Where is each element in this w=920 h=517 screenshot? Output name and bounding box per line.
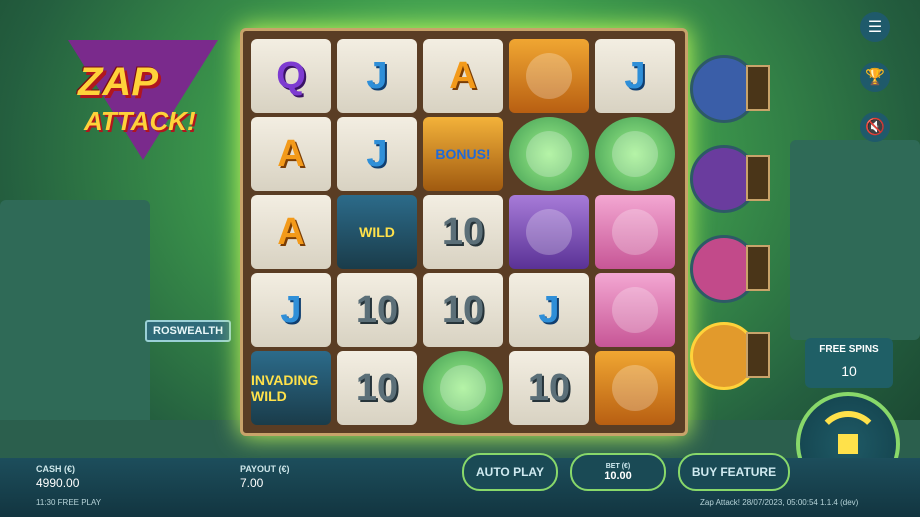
symbol-label: A [277,210,305,253]
symbol-label: Q [276,54,306,97]
payout-value: 7.00 [240,476,264,490]
reel-symbol-girl [595,273,675,347]
character-face [526,53,572,99]
stop-icon [838,434,858,454]
menu-icon[interactable]: ☰ [860,12,890,42]
reel-symbol-girl [595,195,675,269]
cash-label: CASH (€) [36,464,76,474]
bet-selector[interactable]: BET (€) 10.00 [570,453,666,491]
reel-symbol-card: 10 [423,195,503,269]
side-symbol-girl [690,235,770,305]
reel-symbol-card: J [595,39,675,113]
character-face [440,365,486,411]
symbol-label: 10 [441,288,485,331]
symbol-label: WILD [359,224,395,240]
trophy-icon[interactable]: 🏆 [860,62,890,92]
free-spins-value: 10 [841,363,857,379]
character-face [612,287,658,333]
free-spins-panel: FREE SPINS 10 [805,338,893,388]
reel-symbol-card: J [509,273,589,347]
symbol-label: A [449,54,477,97]
side-symbol-granny [690,145,770,215]
symbol-label: INVADING WILD [251,372,319,404]
character-face [612,365,658,411]
reel-symbol-card: 10 [423,273,503,347]
reel-symbol-card: A [251,195,331,269]
symbol-label: 10 [527,366,571,409]
reel-symbol-alien [595,117,675,191]
reel-symbol-alien [423,351,503,425]
auto-play-button[interactable]: AUTO PLAY [462,453,558,491]
symbol-label: 10 [355,288,399,331]
game-logo: ZAP ATTACK! [58,30,228,160]
symbol-label: A [277,132,305,175]
side-symbol-cop [690,55,770,125]
mesa-right [790,140,920,340]
reel-symbol-bonus: BONUS! [423,117,503,191]
symbol-label: BONUS! [435,146,491,162]
mesa-left [0,200,150,430]
reel-symbol-card: A [251,117,331,191]
reel-symbol-card: J [337,117,417,191]
reel-symbol-wild: WILD [337,195,417,269]
reel-symbol-sheriff [509,39,589,113]
reel-symbol-granny [509,195,589,269]
side-symbol-sheriff [690,322,770,392]
reel-symbol-card: J [337,39,417,113]
symbol-label: J [366,132,388,175]
town-sign: ROSWEALTH [145,320,232,342]
symbol-label: 10 [355,366,399,409]
payout-label: PAYOUT (€) [240,464,290,474]
bet-label: BET (€) [605,462,631,470]
sound-off-icon[interactable]: 🔇 [860,112,890,142]
reel-symbol-alien [509,117,589,191]
logo-title-line1: ZAP [78,60,158,104]
reel-symbol-wild-invading: INVADING WILD [251,351,331,425]
reel-symbol-sheriff [595,351,675,425]
reel-grid: Q A A J INVADING WILD J J WILD 10 10 A BONUS! 10 10 J 1… [240,28,688,436]
symbol-label: 10 [441,210,485,253]
reel-symbol-card: 10 [337,273,417,347]
free-spins-label: FREE SPINS [819,344,879,355]
reel-symbol-card: A [423,39,503,113]
character-face [526,131,572,177]
bet-value: 10.00 [604,469,632,482]
character-face [526,209,572,255]
buy-feature-button[interactable]: BUY FEATURE [678,453,790,491]
reel-symbol-card: Q [251,39,331,113]
status-left: 11:30 FREE PLAY [36,498,102,507]
logo-title-line2: ATTACK! [84,106,196,136]
symbol-label: J [366,54,388,97]
status-right: Zap Attack! 28/07/2023, 05:00:54 1.1.4 (… [700,498,859,507]
reel-symbol-card: 10 [337,351,417,425]
character-face [612,209,658,255]
cash-value: 4990.00 [36,476,80,490]
reel-symbol-card: 10 [509,351,589,425]
symbol-label: J [538,288,560,331]
symbol-label: J [624,54,646,97]
character-face [612,131,658,177]
symbol-label: J [280,288,302,331]
reel-symbol-card: J [251,273,331,347]
